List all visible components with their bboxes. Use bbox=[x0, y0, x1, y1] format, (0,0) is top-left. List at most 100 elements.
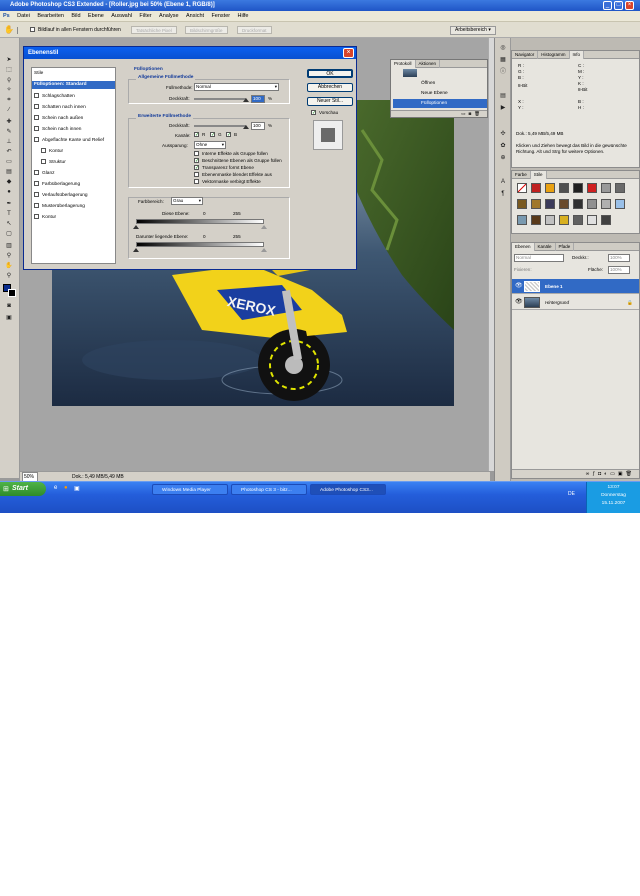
blend-option[interactable]: Transparenz formt Ebene bbox=[194, 165, 254, 171]
history-item[interactable]: Öffnen bbox=[393, 79, 487, 88]
preview-checkbox[interactable] bbox=[311, 110, 316, 116]
ok-button[interactable]: OK bbox=[307, 69, 353, 78]
menu-item[interactable]: Analyse bbox=[156, 11, 182, 22]
style-swatch[interactable] bbox=[573, 199, 583, 209]
clock-time[interactable]: 13:07 bbox=[587, 485, 640, 490]
tab-info[interactable]: Info bbox=[569, 51, 585, 59]
task-photoshop[interactable]: Adobe Photoshop CS3... bbox=[310, 484, 386, 495]
blend-mode-select[interactable]: Normal ▾ bbox=[194, 83, 279, 91]
new-document-icon[interactable]: ▭ bbox=[461, 111, 468, 116]
menu-item[interactable]: Hilfe bbox=[234, 11, 251, 22]
quicklaunch-ie-icon[interactable]: e bbox=[54, 485, 57, 491]
path-select-icon[interactable]: ↖ bbox=[4, 220, 14, 228]
menu-item[interactable]: Auswahl bbox=[108, 11, 135, 22]
blend-option-checkbox[interactable] bbox=[194, 158, 199, 164]
style-checkbox[interactable] bbox=[34, 115, 39, 121]
marquee-tool-icon[interactable]: ⬚ bbox=[4, 66, 14, 74]
menu-item[interactable]: Ansicht bbox=[183, 11, 207, 22]
style-list-header[interactable]: Stile bbox=[34, 70, 115, 78]
eyedropper-icon[interactable]: ⚲ bbox=[4, 252, 14, 260]
style-checkbox[interactable] bbox=[34, 203, 39, 209]
scroll-all-option[interactable]: Bildlauf in allen Fenstern durchführen bbox=[30, 27, 121, 33]
channel-r[interactable]: R bbox=[194, 132, 205, 138]
tab-navigator[interactable]: Navigator bbox=[512, 51, 539, 59]
style-swatch[interactable] bbox=[601, 183, 611, 193]
gradient-tool-icon[interactable]: ▤ bbox=[4, 168, 14, 176]
channel-b-checkbox[interactable] bbox=[226, 132, 231, 138]
channel-g[interactable]: G bbox=[210, 132, 222, 138]
pen-tool-icon[interactable]: ✒ bbox=[4, 200, 14, 208]
style-item[interactable]: Verlaufsüberlagerung bbox=[34, 192, 88, 200]
cancel-button[interactable]: Abbrechen bbox=[307, 83, 353, 92]
style-item[interactable]: Farbüberlagerung bbox=[34, 181, 80, 189]
delete-layer-icon[interactable]: 🗑 bbox=[626, 471, 635, 477]
task-media-player[interactable]: Windows Media Player bbox=[152, 484, 228, 495]
history-item[interactable]: Neue Ebene bbox=[393, 89, 487, 98]
quick-mask-icon[interactable]: ◙ bbox=[4, 302, 14, 310]
history-item-selected[interactable]: Fülloptionen bbox=[393, 99, 487, 108]
channel-r-checkbox[interactable] bbox=[194, 132, 199, 138]
style-swatch-none[interactable] bbox=[517, 183, 527, 193]
style-swatch[interactable] bbox=[531, 215, 541, 225]
minimize-button[interactable]: _ bbox=[603, 1, 612, 10]
history-panel-icon[interactable]: ▤ bbox=[498, 92, 508, 100]
style-swatch[interactable] bbox=[615, 199, 625, 209]
style-swatch[interactable] bbox=[545, 183, 555, 193]
style-item[interactable]: Abgeflachte Kante und Relief bbox=[34, 137, 104, 145]
layer-row[interactable]: 👁 Hintergrund 🔒 bbox=[512, 295, 639, 310]
style-swatch[interactable] bbox=[559, 199, 569, 209]
layer-opacity-field[interactable]: 100% bbox=[608, 254, 630, 262]
style-checkbox[interactable] bbox=[41, 148, 46, 154]
menu-item[interactable]: Filter bbox=[136, 11, 154, 22]
hand-tool-icon[interactable]: ✋ bbox=[4, 25, 14, 34]
this-layer-gradient[interactable] bbox=[136, 219, 264, 224]
preview-option[interactable]: Vorschau bbox=[311, 110, 338, 116]
tab-channels[interactable]: Kanäle bbox=[535, 243, 556, 251]
opacity-field[interactable]: 100 bbox=[251, 95, 265, 103]
blend-option-checkbox[interactable] bbox=[194, 172, 199, 178]
quicklaunch-desktop-icon[interactable]: ▣ bbox=[74, 485, 80, 492]
fill-opacity-field[interactable]: 100 bbox=[251, 122, 265, 130]
eye-icon[interactable]: 👁 bbox=[515, 279, 523, 294]
history-snapshot-thumbnail[interactable] bbox=[403, 69, 417, 77]
style-swatch[interactable] bbox=[587, 199, 597, 209]
screen-mode-icon[interactable]: ▣ bbox=[4, 314, 14, 322]
opacity-slider[interactable] bbox=[194, 98, 246, 100]
workspace-button[interactable]: Arbeitsbereich ▾ bbox=[450, 26, 496, 35]
knockout-select[interactable]: Ohne ▾ bbox=[194, 141, 226, 149]
style-item-blend-options[interactable]: Fülloptionen: Standard bbox=[32, 81, 115, 89]
style-swatch[interactable] bbox=[517, 215, 527, 225]
blend-option[interactable]: Beschnittene Ebenen als Gruppe füllen bbox=[194, 158, 282, 164]
new-layer-icon[interactable]: ▣ bbox=[618, 471, 626, 477]
style-swatch[interactable] bbox=[559, 215, 569, 225]
menu-item[interactable]: Fenster bbox=[208, 11, 233, 22]
style-checkbox[interactable] bbox=[34, 93, 39, 99]
fit-screen-button[interactable]: Bildschirmgröße bbox=[185, 26, 228, 34]
quicklaunch-firefox-icon[interactable]: ● bbox=[64, 485, 68, 491]
blend-option-checkbox[interactable] bbox=[194, 165, 199, 171]
language-indicator[interactable]: DE bbox=[568, 491, 575, 497]
maximize-button[interactable]: □ bbox=[614, 1, 623, 10]
blend-option[interactable]: Interne Effekte als Gruppe füllen bbox=[194, 151, 268, 157]
info-icon[interactable]: ⓘ bbox=[498, 68, 508, 76]
crop-tool-icon[interactable]: ⌗ bbox=[4, 96, 14, 104]
under-layer-black-thumb[interactable] bbox=[133, 248, 139, 252]
style-item[interactable]: Kontur bbox=[34, 214, 56, 222]
tool-presets-icon[interactable]: ✣ bbox=[498, 130, 508, 138]
under-layer-gradient[interactable] bbox=[136, 242, 264, 247]
dialog-close-button[interactable]: × bbox=[343, 48, 354, 58]
layer-name[interactable]: Ebene 1 bbox=[545, 279, 563, 294]
menu-item[interactable]: Bild bbox=[68, 11, 83, 22]
style-item[interactable]: Schein nach innen bbox=[34, 126, 81, 134]
stamp-tool-icon[interactable]: ⊥ bbox=[4, 138, 14, 146]
brushes-icon[interactable]: ✿ bbox=[498, 142, 508, 150]
brush-tool-icon[interactable]: ✎ bbox=[4, 128, 14, 136]
menu-item[interactable]: Ebene bbox=[85, 11, 107, 22]
fill-opacity-slider[interactable] bbox=[194, 125, 246, 127]
close-button[interactable]: × bbox=[625, 1, 634, 10]
actual-pixels-button[interactable]: Tatsächliche Pixel bbox=[131, 26, 177, 34]
style-swatch[interactable] bbox=[587, 215, 597, 225]
style-swatch[interactable] bbox=[601, 199, 611, 209]
delete-state-icon[interactable]: 🗑 bbox=[474, 111, 483, 116]
style-checkbox[interactable] bbox=[34, 104, 39, 110]
